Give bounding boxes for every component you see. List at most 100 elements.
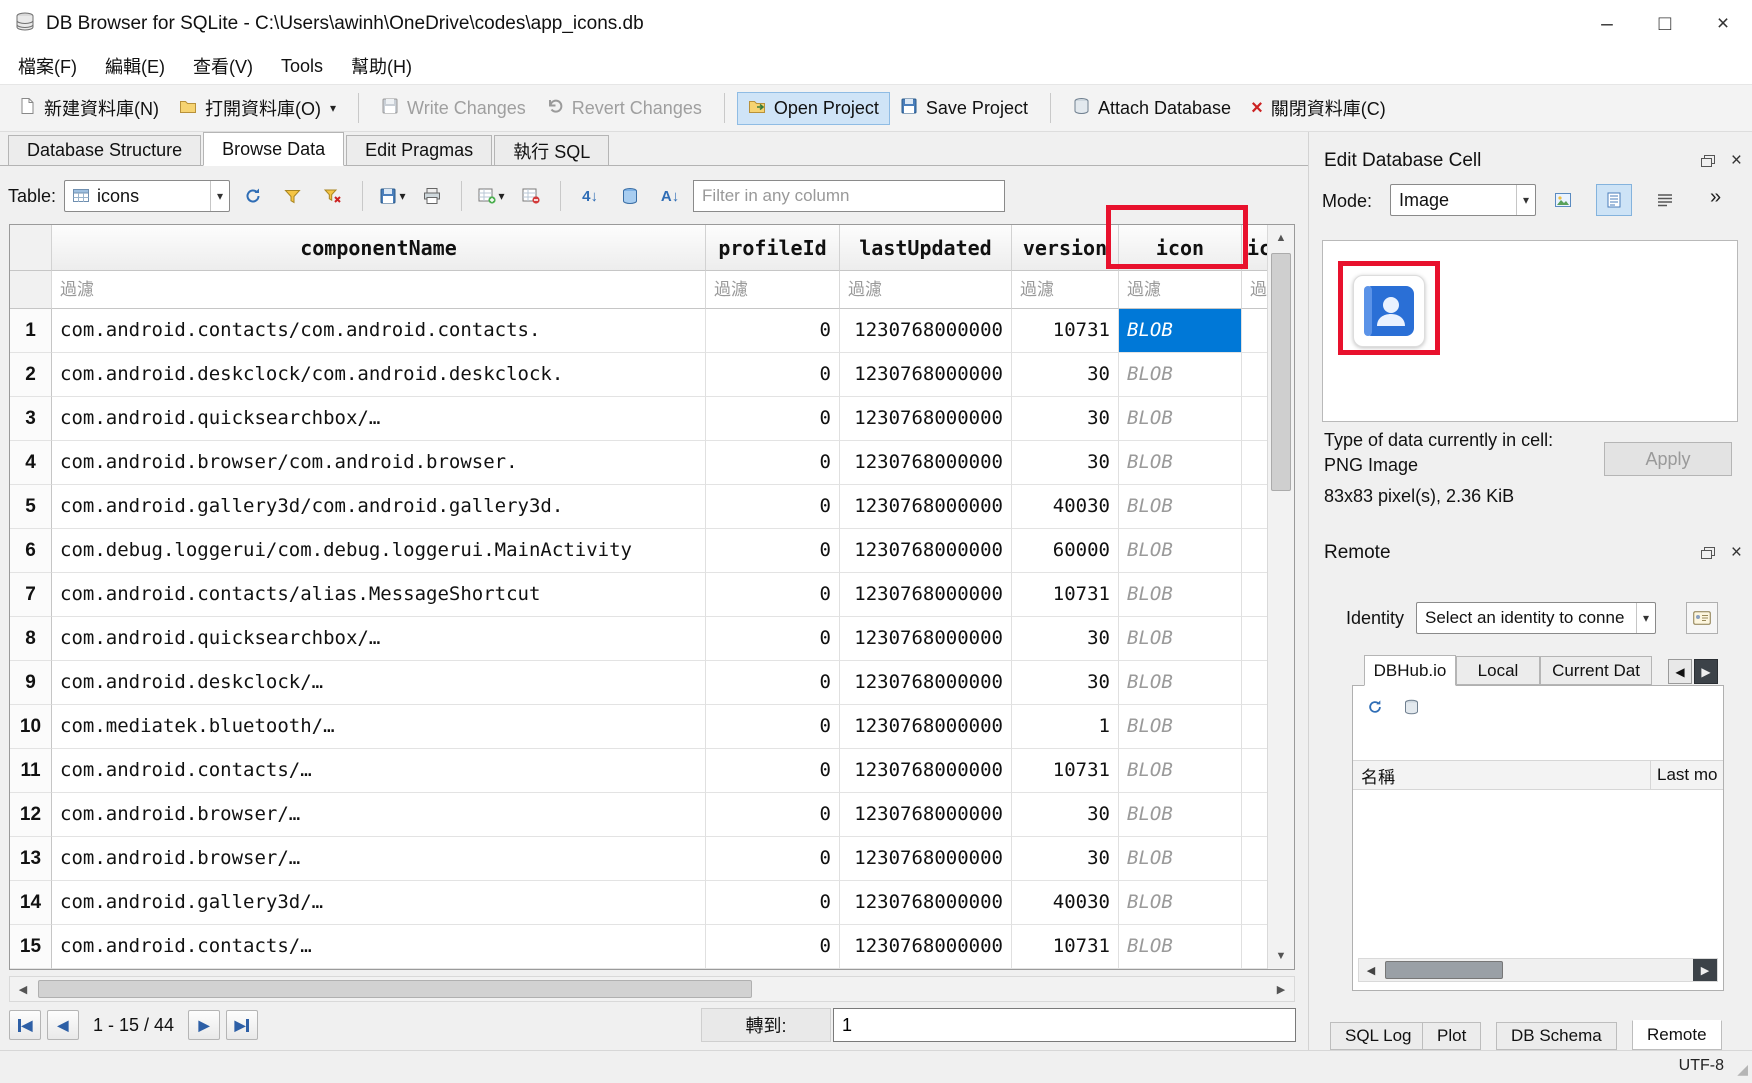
dock-tab-remote[interactable]: Remote — [1632, 1020, 1722, 1050]
cell-lastUpdated[interactable]: 1230768000000 — [840, 793, 1012, 837]
scroll-right-icon[interactable]: ▶ — [1268, 977, 1294, 1001]
table-row[interactable]: 13 com.android.browser/… 0 1230768000000… — [10, 837, 1294, 881]
menu-item[interactable]: Tools — [267, 48, 337, 84]
remote-tab-current[interactable]: Current Dat — [1540, 656, 1652, 685]
float-dock-icon[interactable] — [1701, 155, 1715, 167]
cell-partial[interactable] — [1242, 309, 1267, 353]
horizontal-scrollbar-thumb[interactable] — [38, 980, 752, 998]
cell-version[interactable]: 30 — [1012, 397, 1119, 441]
menu-item[interactable]: 編輯(E) — [91, 48, 179, 84]
minimize-button[interactable]: – — [1578, 0, 1636, 48]
cell-profileId[interactable]: 0 — [706, 617, 840, 661]
cell-version[interactable]: 40030 — [1012, 881, 1119, 925]
cell-profileId[interactable]: 0 — [706, 529, 840, 573]
cell-icon-blob[interactable]: BLOB — [1119, 617, 1242, 661]
cell-profileId[interactable]: 0 — [706, 925, 840, 969]
remote-tab-dbhub[interactable]: DBHub.io — [1364, 655, 1456, 686]
row-number[interactable]: 14 — [10, 881, 52, 925]
menu-item[interactable]: 檔案(F) — [4, 48, 91, 84]
cell-icon-blob[interactable]: BLOB — [1119, 925, 1242, 969]
table-row[interactable]: 12 com.android.browser/… 0 1230768000000… — [10, 793, 1294, 837]
goto-button[interactable]: 轉到: — [701, 1008, 831, 1042]
cell-lastUpdated[interactable]: 1230768000000 — [840, 353, 1012, 397]
table-selector[interactable]: icons ▾ — [64, 180, 230, 212]
cell-icon-blob[interactable]: BLOB — [1119, 529, 1242, 573]
cell-componentName[interactable]: com.android.contacts/alias.MessageShortc… — [52, 573, 706, 617]
cell-partial[interactable] — [1242, 353, 1267, 397]
row-number[interactable]: 2 — [10, 353, 52, 397]
cell-lastUpdated[interactable]: 1230768000000 — [840, 705, 1012, 749]
scroll-right-icon[interactable]: ▶ — [1693, 959, 1717, 981]
delete-record-button[interactable] — [514, 180, 548, 212]
cell-icon-blob[interactable]: BLOB — [1119, 749, 1242, 793]
cell-lastUpdated[interactable]: 1230768000000 — [840, 837, 1012, 881]
cell-lastUpdated[interactable]: 1230768000000 — [840, 617, 1012, 661]
filter-input-lastUpdated[interactable]: 過濾 — [840, 271, 1012, 309]
menu-item[interactable]: 查看(V) — [179, 48, 267, 84]
column-header-version[interactable]: version — [1012, 225, 1119, 271]
table-row[interactable]: 3 com.android.quicksearchbox/… 0 1230768… — [10, 397, 1294, 441]
cell-profileId[interactable]: 0 — [706, 705, 840, 749]
save-project-button[interactable]: Save Project — [890, 92, 1038, 125]
cell-profileId[interactable]: 0 — [706, 661, 840, 705]
remote-clone-button[interactable] — [1397, 694, 1425, 720]
filter-button[interactable] — [276, 180, 310, 212]
word-wrap-button[interactable] — [1648, 184, 1682, 216]
cell-partial[interactable] — [1242, 397, 1267, 441]
column-header-partial[interactable]: ic — [1242, 225, 1267, 271]
table-row[interactable]: 5 com.android.gallery3d/com.android.gall… — [10, 485, 1294, 529]
previous-record-button[interactable]: ◀ — [47, 1010, 79, 1040]
column-header-lastUpdated[interactable]: lastUpdated — [840, 225, 1012, 271]
cell-componentName[interactable]: com.debug.loggerui/com.debug.loggerui.Ma… — [52, 529, 706, 573]
row-number[interactable]: 5 — [10, 485, 52, 529]
import-data-button[interactable] — [1546, 184, 1580, 216]
row-number[interactable]: 7 — [10, 573, 52, 617]
table-row[interactable]: 7 com.android.contacts/alias.MessageShor… — [10, 573, 1294, 617]
vertical-scrollbar-thumb[interactable] — [1271, 253, 1291, 491]
cell-lastUpdated[interactable]: 1230768000000 — [840, 881, 1012, 925]
filter-input-componentName[interactable]: 過濾 — [52, 271, 706, 309]
table-row[interactable]: 9 com.android.deskclock/… 0 123076800000… — [10, 661, 1294, 705]
cell-componentName[interactable]: com.android.gallery3d/com.android.galler… — [52, 485, 706, 529]
cell-profileId[interactable]: 0 — [706, 309, 840, 353]
cell-componentName[interactable]: com.android.browser/… — [52, 837, 706, 881]
cell-lastUpdated[interactable]: 1230768000000 — [840, 529, 1012, 573]
menu-item[interactable]: 幫助(H) — [337, 48, 426, 84]
cell-icon-blob[interactable]: BLOB — [1119, 573, 1242, 617]
cell-version[interactable]: 10731 — [1012, 309, 1119, 353]
row-number[interactable]: 10 — [10, 705, 52, 749]
table-row[interactable]: 1 com.android.contacts/com.android.conta… — [10, 309, 1294, 353]
cell-profileId[interactable]: 0 — [706, 793, 840, 837]
cell-version[interactable]: 1 — [1012, 705, 1119, 749]
cell-profileId[interactable]: 0 — [706, 353, 840, 397]
cell-icon-blob[interactable]: BLOB — [1119, 705, 1242, 749]
row-number[interactable]: 12 — [10, 793, 52, 837]
row-number[interactable]: 6 — [10, 529, 52, 573]
cell-version[interactable]: 10731 — [1012, 749, 1119, 793]
cell-partial[interactable] — [1242, 837, 1267, 881]
cell-profileId[interactable]: 0 — [706, 485, 840, 529]
table-row[interactable]: 10 com.mediatek.bluetooth/… 0 1230768000… — [10, 705, 1294, 749]
cell-version[interactable]: 30 — [1012, 837, 1119, 881]
next-record-button[interactable]: ▶ — [188, 1010, 220, 1040]
cell-version[interactable]: 30 — [1012, 617, 1119, 661]
close-button[interactable]: × — [1694, 0, 1752, 48]
dropdown-caret-icon[interactable]: ▾ — [330, 101, 336, 115]
sort-alpha-icon[interactable]: A↓ — [653, 180, 687, 212]
cell-profileId[interactable]: 0 — [706, 749, 840, 793]
cell-partial[interactable] — [1242, 485, 1267, 529]
cell-version[interactable]: 30 — [1012, 441, 1119, 485]
cell-lastUpdated[interactable]: 1230768000000 — [840, 661, 1012, 705]
tab-database-structure[interactable]: Database Structure — [8, 135, 201, 165]
column-header-icon[interactable]: icon — [1119, 225, 1242, 271]
remote-refresh-button[interactable] — [1361, 694, 1389, 720]
cell-partial[interactable] — [1242, 881, 1267, 925]
filter-input-icon[interactable]: 過濾 — [1119, 271, 1242, 309]
dropdown-caret-icon[interactable]: ▾ — [210, 181, 229, 211]
maximize-button[interactable]: □ — [1636, 0, 1694, 48]
table-row[interactable]: 4 com.android.browser/com.android.browse… — [10, 441, 1294, 485]
tab-execute-sql[interactable]: 執行 SQL — [494, 135, 609, 165]
cell-version[interactable]: 30 — [1012, 353, 1119, 397]
pane-divider[interactable] — [1308, 132, 1309, 1050]
row-number[interactable]: 9 — [10, 661, 52, 705]
